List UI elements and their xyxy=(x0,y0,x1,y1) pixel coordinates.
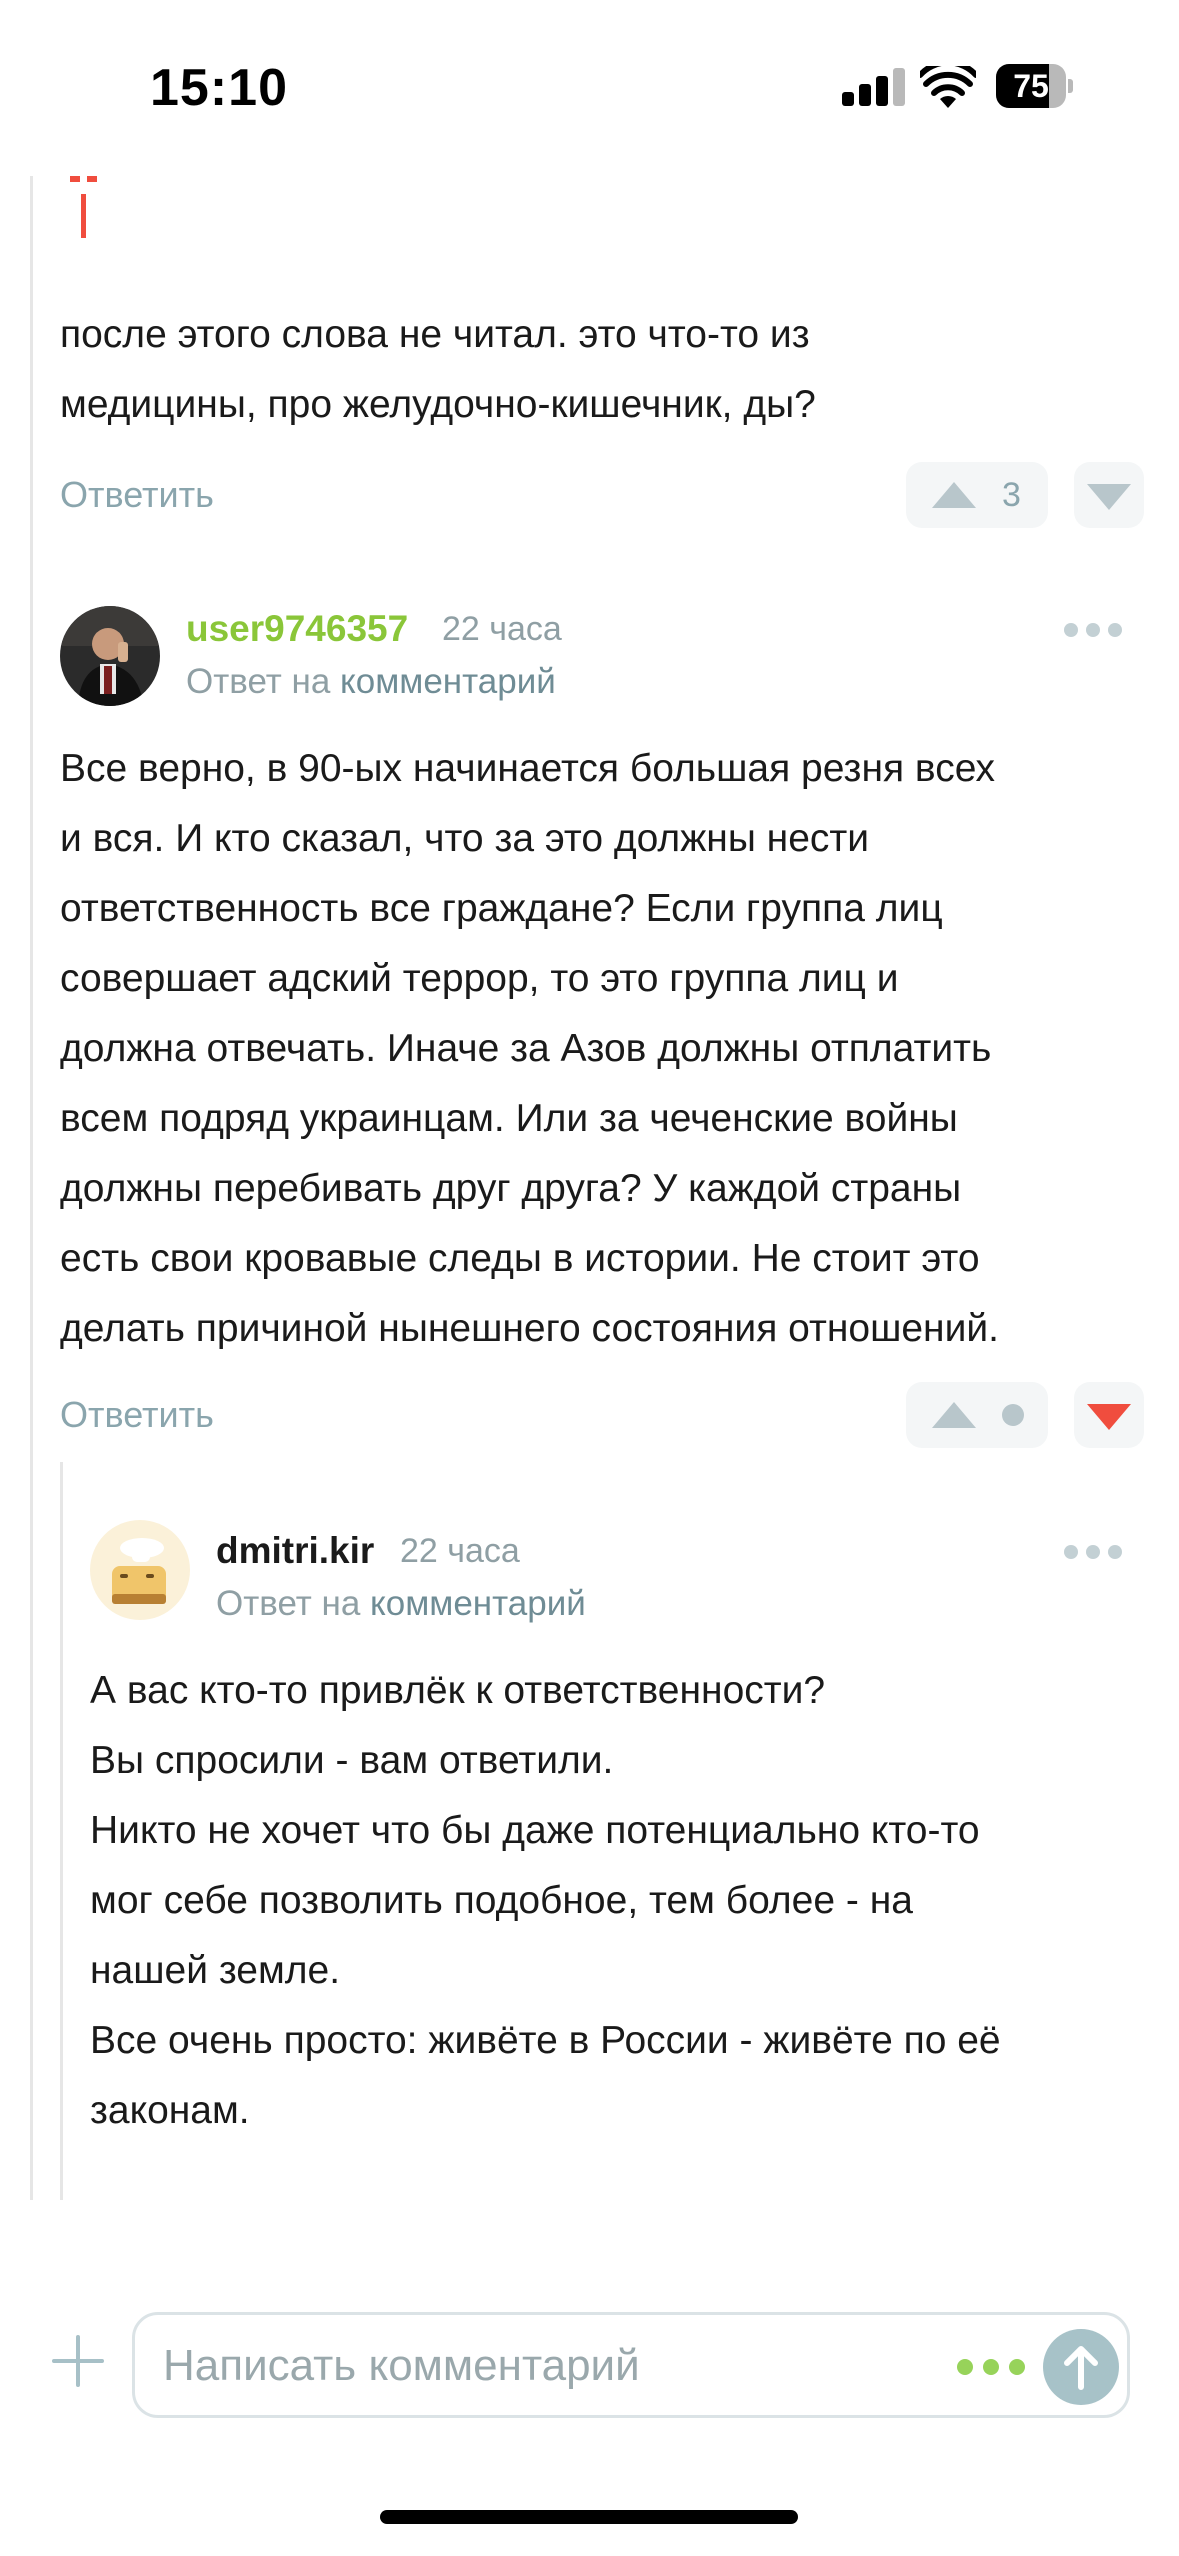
more-options-icon[interactable] xyxy=(1064,1545,1122,1559)
vote-box: 3 xyxy=(906,462,1048,528)
comment-text: Все верно, в 90-ых начинается большая ре… xyxy=(60,747,999,1350)
comment-text: А вас кто-то привлёк к ответственности? … xyxy=(90,1669,1001,2132)
cellular-signal-icon xyxy=(842,68,905,106)
avatar[interactable] xyxy=(60,606,160,706)
downvote-icon[interactable] xyxy=(1087,1404,1131,1430)
home-indicator xyxy=(380,2510,798,2524)
reply-to-link[interactable]: комментарий xyxy=(370,1584,586,1623)
upvote-icon[interactable] xyxy=(932,1402,976,1428)
comment-author[interactable]: user9746357 xyxy=(186,608,408,650)
hidden-score-dot xyxy=(1002,1404,1024,1426)
downvote-button[interactable] xyxy=(1074,462,1144,528)
arrow-up-icon xyxy=(1064,2346,1098,2390)
avatar[interactable] xyxy=(90,1520,190,1620)
upvote-icon[interactable] xyxy=(932,482,976,508)
downvote-icon[interactable] xyxy=(1087,484,1131,510)
send-button[interactable] xyxy=(1043,2329,1119,2405)
reply-to-prefix: Ответ на xyxy=(216,1584,361,1623)
battery-icon: 75 xyxy=(996,64,1074,108)
comment-author[interactable]: dmitri.kir xyxy=(216,1530,374,1572)
comment-composer xyxy=(132,2312,1130,2418)
comment-text: после этого слова не читал. это что-то и… xyxy=(60,313,816,426)
thread-line-nested xyxy=(60,1462,63,2200)
vote-box xyxy=(906,1382,1048,1448)
reply-to: Ответ на комментарий xyxy=(216,1584,586,1624)
battery-level: 75 xyxy=(1013,68,1049,104)
collapse-thread-icon[interactable] xyxy=(70,176,102,238)
thread-line xyxy=(30,176,33,2200)
comment-time: 22 часа xyxy=(442,610,562,648)
comment-input[interactable] xyxy=(161,2315,965,2417)
comment-time: 22 часа xyxy=(400,1532,520,1570)
reply-to-link[interactable]: комментарий xyxy=(340,662,556,701)
wifi-icon xyxy=(920,66,976,108)
comment-score: 3 xyxy=(1002,476,1021,514)
more-options-icon[interactable] xyxy=(1064,623,1122,637)
status-time: 15:10 xyxy=(150,59,288,117)
reply-button[interactable]: Ответить xyxy=(60,1394,214,1436)
reply-to-prefix: Ответ на xyxy=(186,662,331,701)
emoji-more-icon[interactable] xyxy=(957,2359,1025,2375)
reply-button[interactable]: Ответить xyxy=(60,474,214,516)
downvote-button[interactable] xyxy=(1074,1382,1144,1448)
add-attachment-icon[interactable] xyxy=(50,2333,106,2389)
reply-to: Ответ на комментарий xyxy=(186,662,556,702)
